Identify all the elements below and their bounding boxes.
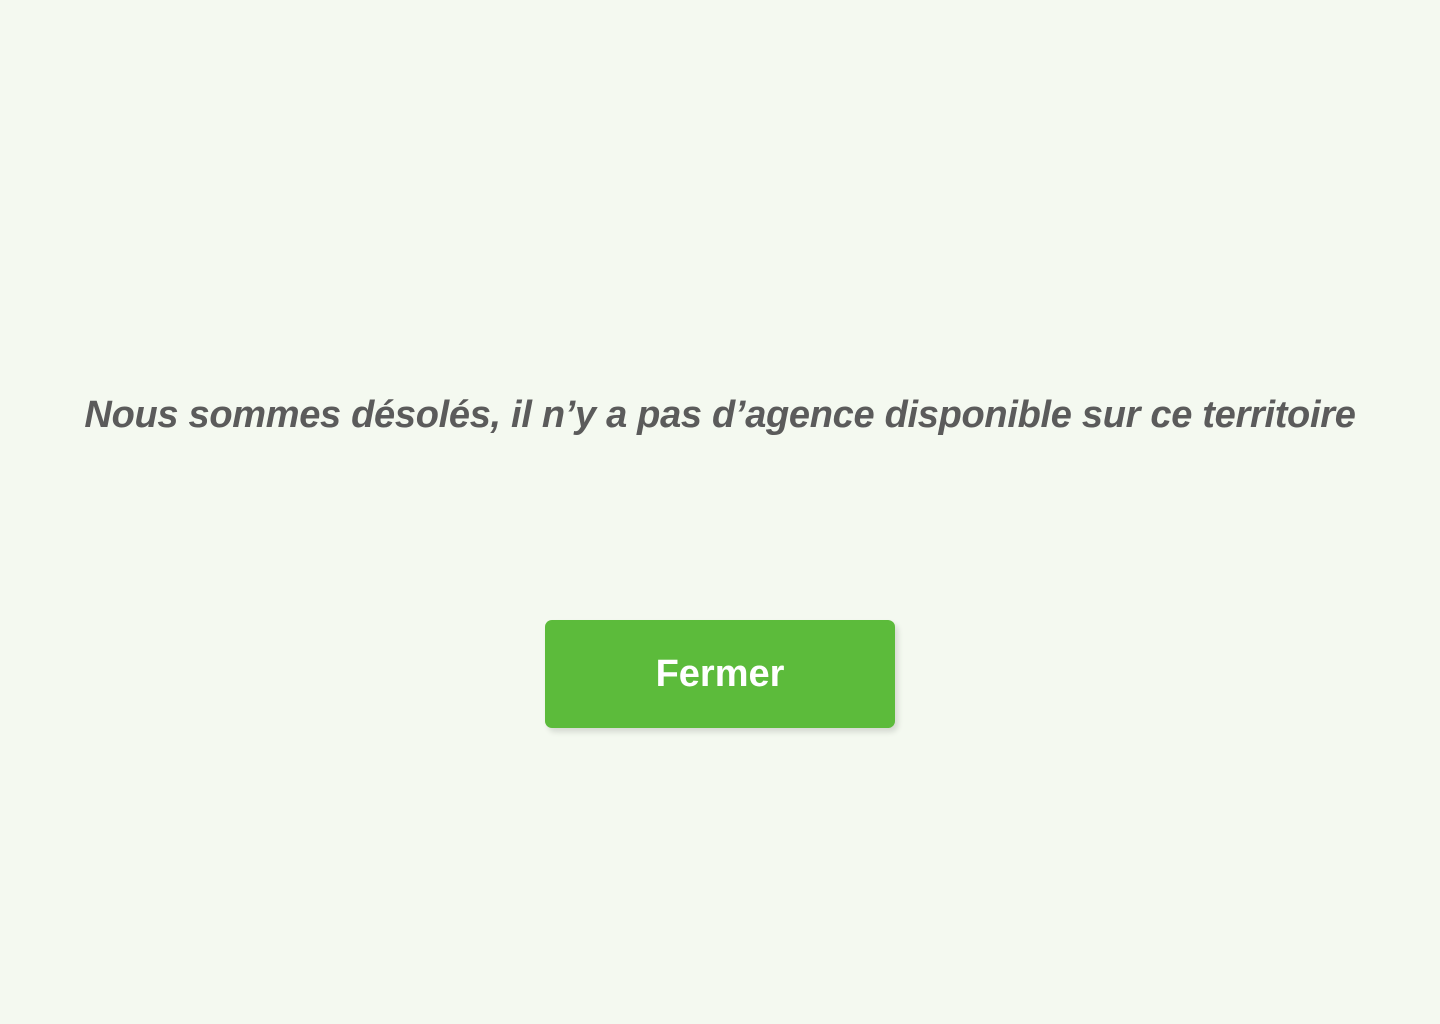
no-agency-message: Nous sommes désolés, il n’y a pas d’agen… xyxy=(84,394,1356,436)
close-button[interactable]: Fermer xyxy=(545,620,895,728)
